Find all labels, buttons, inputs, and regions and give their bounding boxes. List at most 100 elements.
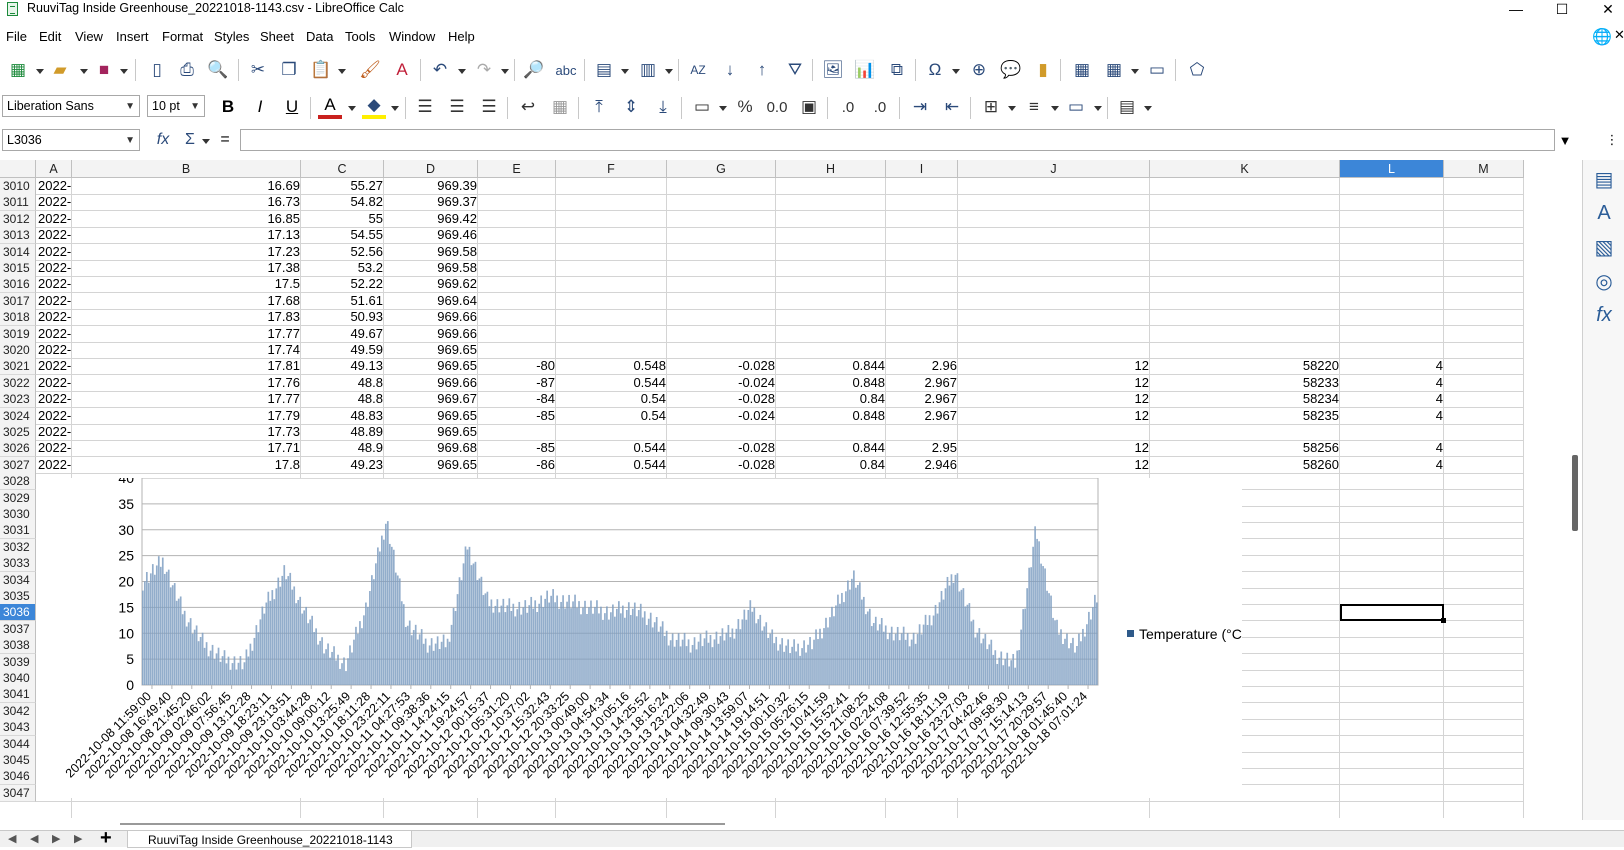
table-cell[interactable]: 17.77 (72, 391, 301, 408)
sum-icon[interactable]: Σ (178, 128, 202, 152)
table-cell[interactable]: 969.66 (384, 375, 478, 392)
increase-indent-icon[interactable]: ⇥ (908, 95, 932, 119)
special-character-dropdown-icon[interactable] (952, 69, 960, 74)
row-header[interactable]: 3021 (0, 358, 36, 376)
table-cell[interactable]: 55 (301, 211, 384, 228)
merge-cells-icon[interactable]: ▦ (548, 95, 572, 119)
row-header[interactable]: 3036 (0, 604, 36, 622)
table-cell[interactable]: 0.844 (776, 358, 886, 375)
align-right-icon[interactable]: ☰ (477, 95, 501, 119)
split-window-icon[interactable]: ▭ (1145, 58, 1169, 82)
table-cell[interactable]: 17.68 (72, 293, 301, 310)
save-dropdown-icon[interactable] (120, 69, 128, 74)
row-header[interactable]: 3028 (0, 473, 36, 491)
column-header[interactable]: J (958, 160, 1150, 178)
table-cell[interactable]: 48.9 (301, 440, 384, 457)
table-cell[interactable]: 2.967 (886, 408, 958, 425)
table-cell[interactable]: 16.73 (72, 194, 301, 211)
show-draw-functions-icon[interactable]: ⬠ (1185, 58, 1209, 82)
menu-tools[interactable]: Tools (345, 29, 375, 44)
table-cell[interactable]: -0.028 (667, 440, 776, 457)
table-cell[interactable]: 0.84 (776, 391, 886, 408)
menu-help[interactable]: Help (448, 29, 475, 44)
font-name-combo[interactable]: Liberation Sans ▼ (2, 95, 140, 117)
undo-icon[interactable]: ↶ (428, 58, 452, 82)
menu-view[interactable]: View (75, 29, 103, 44)
row-header[interactable]: 3022 (0, 374, 36, 392)
row-header[interactable]: 3041 (0, 686, 36, 704)
delete-decimal-place-icon[interactable]: .0 (868, 95, 892, 119)
font-size-combo[interactable]: 10 pt ▼ (147, 95, 205, 117)
select-all-corner[interactable] (0, 160, 36, 178)
comment-icon[interactable]: 💬 (999, 58, 1023, 82)
table-cell[interactable]: 17.13 (72, 227, 301, 244)
table-cell[interactable]: 17.38 (72, 260, 301, 277)
table-cell[interactable]: 2.96 (886, 358, 958, 375)
row-header[interactable]: 3040 (0, 670, 36, 687)
table-cell[interactable]: 969.58 (384, 260, 478, 277)
row-header[interactable]: 3039 (0, 653, 36, 671)
table-cell[interactable]: 54.55 (301, 227, 384, 244)
column-header[interactable]: K (1150, 160, 1340, 178)
row-icon[interactable]: ▤ (592, 58, 616, 82)
table-cell[interactable]: 2022-10-18 11:42:20 (36, 440, 72, 457)
clone-formatting-icon[interactable]: 🖌 (358, 58, 382, 82)
table-cell[interactable]: 2022-10-18 11:41:23 (36, 375, 72, 392)
table-cell[interactable]: 969.37 (384, 194, 478, 211)
row-header[interactable]: 3034 (0, 571, 36, 589)
background-color-icon[interactable]: ◆ (362, 95, 386, 119)
close-button[interactable]: ✕ (1585, 0, 1624, 20)
table-cell[interactable]: 17.5 (72, 276, 301, 293)
print-icon[interactable]: ⎙ (175, 58, 199, 82)
table-cell[interactable]: 2022-10-18 11:37:02 (36, 342, 72, 359)
table-cell[interactable]: 969.65 (384, 408, 478, 425)
table-cell[interactable]: 969.64 (384, 293, 478, 310)
column-header[interactable]: M (1444, 160, 1524, 178)
table-cell[interactable]: 2022-10-18 11:11:58 (36, 260, 72, 277)
table-cell[interactable]: 50.93 (301, 309, 384, 326)
table-cell[interactable]: 48.89 (301, 424, 384, 441)
styles-icon[interactable]: A (1591, 200, 1617, 226)
table-cell[interactable]: 17.73 (72, 424, 301, 441)
undo-dropdown-icon[interactable] (458, 69, 466, 74)
row-header[interactable]: 3013 (0, 227, 36, 245)
new-document-icon[interactable]: ▦ (6, 58, 30, 82)
paste-icon[interactable]: 📋 (309, 58, 333, 82)
table-cell[interactable]: 2.967 (886, 375, 958, 392)
horizontal-scrollbar[interactable] (0, 820, 1570, 830)
center-vertically-icon[interactable]: ⇕ (619, 95, 643, 119)
table-cell[interactable]: -0.024 (667, 408, 776, 425)
table-cell[interactable]: 2022-10-18 11:01:57 (36, 227, 72, 244)
menu-window[interactable]: Window (389, 29, 435, 44)
column-header[interactable]: D (384, 160, 478, 178)
table-cell[interactable]: 0.844 (776, 440, 886, 457)
row-header[interactable]: 3043 (0, 719, 36, 737)
table-cell[interactable]: 0.848 (776, 408, 886, 425)
table-cell[interactable]: 55.27 (301, 178, 384, 195)
save-icon[interactable]: ■ (92, 58, 116, 82)
insert-image-icon[interactable]: 🖼 (821, 58, 845, 82)
table-cell[interactable]: 0.544 (556, 457, 667, 474)
align-bottom-icon[interactable]: ⤓ (651, 95, 675, 119)
table-cell[interactable]: 2022-10-18 11:42:02 (36, 424, 72, 441)
row-header[interactable]: 3016 (0, 276, 36, 294)
table-cell[interactable]: 969.46 (384, 227, 478, 244)
table-cell[interactable]: 12 (958, 440, 1150, 457)
table-cell[interactable]: 0.848 (776, 375, 886, 392)
table-cell[interactable]: 17.83 (72, 309, 301, 326)
row-header[interactable]: 3019 (0, 325, 36, 343)
table-cell[interactable]: -80 (478, 358, 556, 375)
table-cell[interactable]: 17.79 (72, 408, 301, 425)
row-header[interactable]: 3012 (0, 210, 36, 228)
minimize-button[interactable]: — (1493, 0, 1539, 20)
table-cell[interactable]: 0.544 (556, 440, 667, 457)
table-cell[interactable]: 17.8 (72, 457, 301, 474)
font-color-icon[interactable]: A (318, 95, 342, 119)
sort-ascending-icon[interactable]: ↓ (718, 58, 742, 82)
row-header[interactable]: 3042 (0, 702, 36, 720)
table-cell[interactable]: 49.23 (301, 457, 384, 474)
table-cell[interactable]: 2022-10-18 11:41:27 (36, 408, 72, 425)
decrease-indent-icon[interactable]: ⇤ (940, 95, 964, 119)
column-header[interactable]: F (556, 160, 667, 178)
formula-icon[interactable]: = (213, 128, 237, 152)
